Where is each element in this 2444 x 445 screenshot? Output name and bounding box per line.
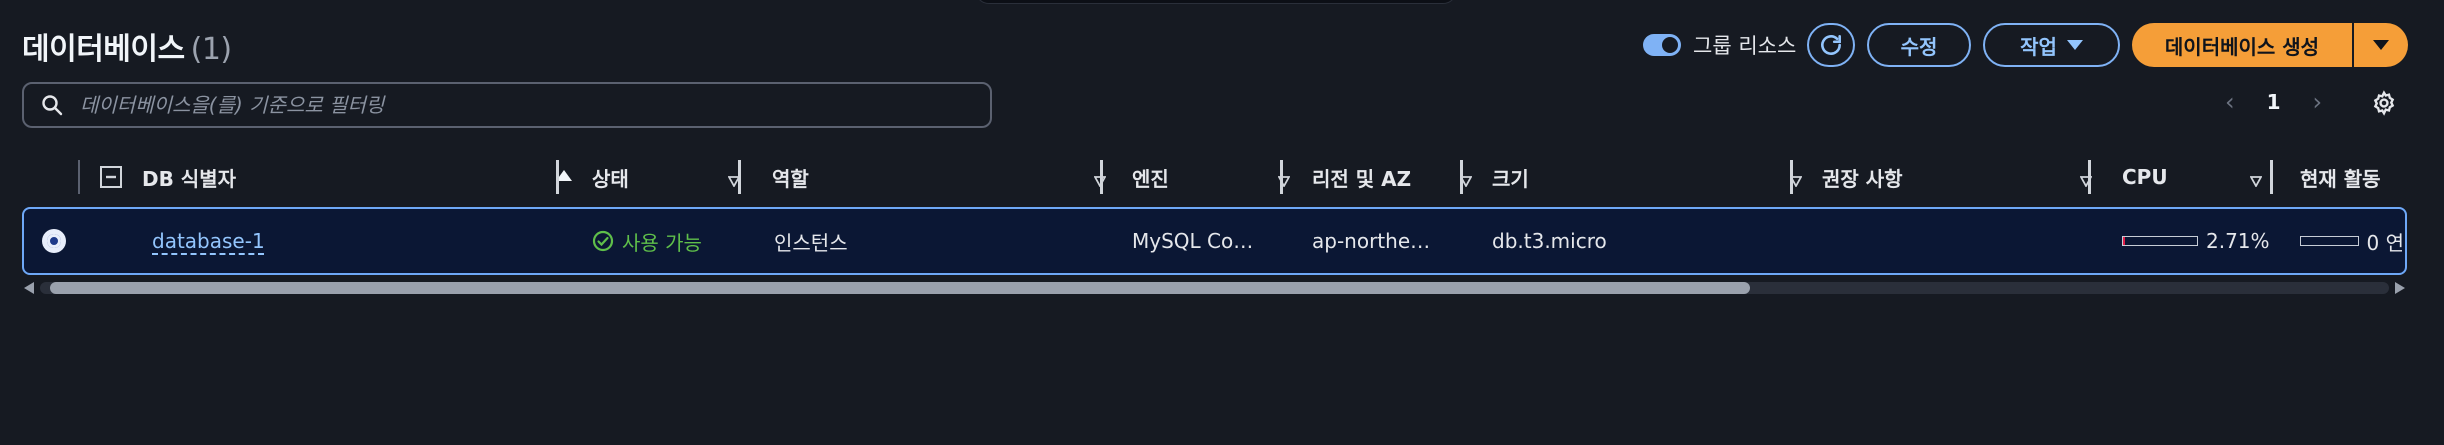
create-database-label: 데이터베이스 생성 [2164, 34, 2320, 59]
column-header-recommendations[interactable]: 권장 사항 [1822, 150, 2104, 204]
db-identifier-cell: database-1 [152, 209, 265, 273]
column-label: 크기 [1492, 166, 1529, 191]
table-row[interactable]: database-1 사용 가능 인스턴스 MySQL Co… ap-north… [22, 207, 2407, 275]
scrollbar-thumb[interactable] [50, 282, 1750, 294]
column-header-engine[interactable]: 엔진 [1132, 150, 1302, 204]
column-divider [78, 160, 80, 194]
chevron-right-icon[interactable]: › [2313, 88, 2323, 116]
column-label: 권장 사항 [1822, 166, 1903, 191]
column-resizer[interactable] [1790, 160, 1793, 194]
refresh-icon [1821, 35, 1841, 55]
size-cell: db.t3.micro [1492, 229, 1607, 253]
status-badge: 사용 가능 [592, 227, 702, 256]
cpu-usage-fill [2123, 237, 2125, 245]
column-label: 역할 [772, 166, 809, 191]
column-header-size[interactable]: 크기 [1492, 150, 1814, 204]
column-label: DB 식별자 [142, 166, 237, 191]
page-title-text: 데이터베이스 [22, 32, 185, 67]
radio-selected-icon [42, 229, 66, 253]
column-resizer[interactable] [2270, 160, 2273, 194]
success-icon [592, 230, 614, 252]
column-resizer[interactable] [1100, 160, 1103, 194]
status-cell: 사용 가능 [592, 209, 702, 273]
caret-down-icon [2373, 40, 2389, 50]
edit-button[interactable]: 수정 [1867, 23, 1971, 67]
pagination: ‹ 1 › [2225, 88, 2322, 116]
column-header-role[interactable]: 역할 [772, 150, 1118, 204]
group-resources-label: 그룹 리소스 [1693, 34, 1797, 58]
activity-bar [2300, 236, 2359, 246]
column-resizer[interactable] [556, 160, 559, 194]
column-header-db-identifier[interactable]: DB 식별자 [142, 150, 582, 204]
table-preferences-button[interactable] [2371, 90, 2397, 120]
activity-cell: 0 연 [2300, 209, 2404, 273]
scroll-left-icon[interactable] [24, 282, 34, 294]
create-database-dropdown[interactable] [2352, 23, 2408, 67]
column-label: 상태 [592, 166, 629, 191]
page-title: 데이터베이스 (1) [22, 24, 232, 68]
edit-button-label: 수정 [1900, 34, 1938, 59]
create-database-button-group: 데이터베이스 생성 [2132, 23, 2408, 67]
settings-icon [2373, 90, 2395, 116]
horizontal-scrollbar[interactable] [22, 280, 2407, 296]
actions-button-label: 작업 [2020, 34, 2057, 59]
row-select-radio[interactable] [42, 209, 66, 273]
db-identifier-link[interactable]: database-1 [152, 229, 265, 253]
filter-search-box[interactable] [22, 82, 992, 128]
chevron-left-icon[interactable]: ‹ [2225, 88, 2235, 116]
refresh-button[interactable] [1807, 23, 1855, 67]
column-resizer[interactable] [2088, 160, 2091, 194]
sort-icon [2249, 168, 2263, 192]
region-cell: ap-northe… [1312, 229, 1431, 253]
engine-cell: MySQL Co… [1132, 229, 1254, 253]
column-label: CPU [2122, 165, 2168, 189]
cpu-cell: 2.71% [2122, 209, 2270, 273]
current-page[interactable]: 1 [2267, 90, 2281, 114]
status-text: 사용 가능 [622, 230, 702, 255]
role-cell: 인스턴스 [774, 230, 848, 255]
filter-search-input[interactable] [78, 92, 990, 118]
activity-value: 0 연 [2366, 230, 2404, 255]
column-label: 엔진 [1132, 166, 1169, 191]
top-notch [975, 0, 1457, 4]
column-resizer[interactable] [1280, 160, 1283, 194]
actions-dropdown-button[interactable]: 작업 [1983, 23, 2120, 67]
column-label: 현재 활동 [2300, 166, 2381, 191]
column-resizer[interactable] [738, 160, 741, 194]
column-resizer[interactable] [1460, 160, 1463, 194]
column-header-status[interactable]: 상태 [592, 150, 752, 204]
collapse-all-icon[interactable] [100, 150, 122, 204]
search-icon [42, 95, 63, 116]
table-header: DB 식별자 상태 역할 엔진 리전 및 AZ 크기 권장 사항 CPU 현재 … [22, 150, 2407, 204]
create-database-button[interactable]: 데이터베이스 생성 [2132, 23, 2352, 67]
column-header-region-az[interactable]: 리전 및 AZ [1312, 150, 1473, 204]
caret-down-icon [2066, 40, 2083, 50]
group-resources-toggle[interactable] [1643, 34, 1681, 56]
cpu-value: 2.71% [2206, 229, 2270, 253]
cpu-usage-bar [2122, 236, 2198, 246]
resource-count: (1) [190, 32, 233, 67]
column-header-cpu[interactable]: CPU [2122, 150, 2282, 204]
group-resources-control[interactable]: 그룹 리소스 [1643, 30, 1796, 60]
column-header-current-activity[interactable]: 현재 활동 [2300, 150, 2407, 204]
column-label: 리전 및 AZ [1312, 166, 1412, 191]
scroll-right-icon[interactable] [2395, 282, 2405, 294]
